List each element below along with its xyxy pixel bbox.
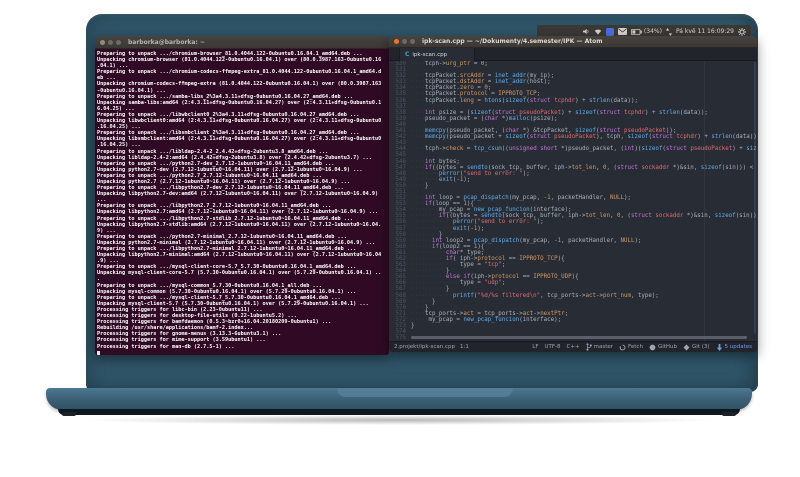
terminal-line: Unpacking chromium-browser (81.0.4044.12… — [97, 57, 382, 64]
status-bar: 2.projekt/ipk-scan.cpp 1:1 LF UTF-8 C++ mas… — [389, 341, 757, 352]
code-line: 544 ····tcph->check = tcp_csum((unsigned … — [395, 146, 757, 153]
terminal-line: Unpacking samba-libs:amd64 (2:4.3.11+dfs… — [97, 99, 382, 106]
status-item-github[interactable]: GitHub — [649, 344, 677, 351]
editor-window: ipk-scan.cpp — ~/Dokumenty/4.semester/IP… — [389, 36, 757, 352]
wrap-guide — [704, 61, 705, 341]
vertical-scrollbar[interactable] — [754, 62, 756, 334]
terminal-line: Unpacking libwbclient0:amd64 (2:4.3.11+d… — [97, 118, 382, 125]
status-cursor-position[interactable]: 1:1 — [460, 344, 469, 350]
terminal-line: Preparing to unpack .../libpython2.7-std… — [97, 215, 354, 222]
status-item-git-3-[interactable]: Git (3) — [683, 344, 710, 351]
laptop-shadow — [80, 415, 718, 425]
editor-window-title: ipk-scan.cpp — ~/Dokumenty/4.semester/IP… — [422, 38, 603, 45]
terminal-title: barborka@barborka: ~ — [128, 38, 205, 46]
terminal-line: Preparing to unpack .../samba-libs_2%3a4… — [97, 93, 354, 100]
battery-icon[interactable]: (34%) — [630, 28, 662, 35]
editor-titlebar[interactable]: ipk-scan.cpp — ~/Dokumenty/4.semester/IP… — [389, 36, 757, 48]
cpp-file-icon: C — [405, 50, 410, 58]
terminal-line: Preparing to unpack .../python2.7-minima… — [97, 233, 347, 240]
terminal-output[interactable]: Preparing to unpack .../chromium-browser… — [95, 49, 389, 355]
sync-arrows-icon[interactable] — [665, 27, 672, 36]
laptop-lid-notch — [337, 388, 513, 397]
terminal-line: Unpacking libpython2.7-dev:amd64 (2.7.12… — [97, 191, 379, 198]
terminal-line: Unpacking python2.7-dev (2.7.12-1ubuntu0… — [97, 166, 363, 173]
maximize-button[interactable] — [116, 39, 121, 45]
terminal-line: Preparing to unpack .../chromium-codecs-… — [97, 69, 382, 76]
tab-ipk-scan[interactable]: C ipk-scan.cpp — [399, 48, 475, 61]
minimize-button[interactable] — [402, 39, 407, 44]
terminal-titlebar[interactable]: barborka@barborka: ~ — [95, 36, 389, 49]
close-button[interactable] — [394, 39, 399, 44]
maximize-button[interactable] — [410, 39, 415, 44]
status-item-lf[interactable]: LF — [532, 344, 538, 350]
terminal-line: Unpacking libpython2.7-stdlib:amd64 (2.7… — [97, 221, 382, 228]
terminal-line: Unpacking libsmbclient:amd64 (2:4.3.11+d… — [97, 136, 382, 143]
close-button[interactable] — [100, 39, 105, 45]
minimize-button[interactable] — [108, 39, 113, 45]
terminal-line: Processing triggers for man-db (2.7.5-1)… — [97, 343, 235, 350]
terminal-line: Unpacking libldap-2.4-2:amd64 (2.4.42+df… — [97, 154, 372, 161]
tab-label: ipk-scan.cpp — [412, 51, 448, 58]
gear-icon[interactable] — [738, 27, 746, 36]
horizontal-scrollbar[interactable] — [411, 336, 747, 339]
laptop-foot-left — [62, 412, 76, 416]
terminal-line: Unpacking libpython2.7:amd64 (2.7.12-1ub… — [97, 209, 379, 216]
laptop-base-rubber — [58, 409, 740, 415]
wifi-icon[interactable] — [594, 28, 602, 35]
terminal-cursor — [97, 350, 100, 355]
status-item-fetch[interactable]: Fetch — [619, 344, 643, 351]
keyboard-icon[interactable] — [605, 27, 614, 36]
terminal-line: Unpacking chromium-codecs-ffmpeg-extra (… — [97, 81, 382, 88]
status-item-c-[interactable]: C++ — [567, 344, 580, 350]
terminal-window: barborka@barborka: ~ Preparing to unpack… — [95, 36, 389, 355]
laptop-foot-right — [722, 412, 736, 416]
code-line: 542 ····memcpy(pseudo_packet + sizeof(str… — [395, 134, 757, 141]
code-editor[interactable]: 530 ····tcph->urg_ptr = 0; 531 532 ····tcpPa… — [389, 61, 757, 341]
status-item-utf-8[interactable]: UTF-8 — [545, 344, 561, 350]
status-item-5-updates[interactable]: 5 updates — [716, 343, 752, 351]
clock[interactable]: Pá kvě 11 16:09:29 — [676, 28, 734, 35]
terminal-line: Unpacking libpython2.7-minimal:amd64 (2.… — [97, 252, 382, 259]
volume-icon[interactable] — [582, 28, 590, 35]
terminal-line: Unpacking mysql-client-core-5.7 (5.7.30-… — [97, 270, 382, 277]
status-item-master[interactable]: master — [586, 343, 613, 351]
laptop-mockup: (34%) Pá kvě 11 16:09:29 barborka@barbork… — [0, 0, 800, 477]
tab-bar: C ipk-scan.cpp — [389, 48, 757, 61]
mail-icon[interactable] — [617, 28, 627, 35]
status-file-path[interactable]: 2.projekt/ipk-scan.cpp — [394, 344, 455, 350]
terminal-line: Unpacking mysql-common (5.7.30-0ubuntu0.… — [97, 288, 357, 295]
